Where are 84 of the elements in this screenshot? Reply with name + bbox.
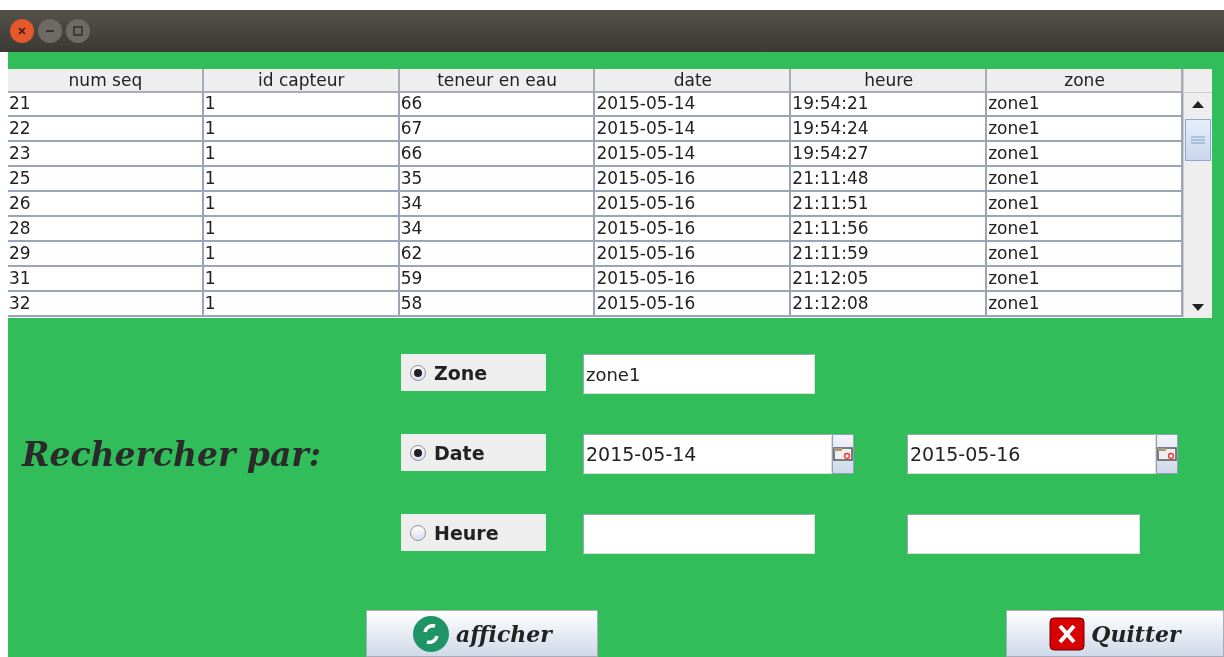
scrollbar[interactable] xyxy=(1183,69,1212,318)
table-cell: 21:11:48 xyxy=(791,167,988,192)
table-cell: 2015-05-14 xyxy=(595,92,792,117)
table-cell: 1 xyxy=(203,92,400,117)
table-cell: 29 xyxy=(8,242,204,267)
up-arrow-icon[interactable] xyxy=(1192,100,1204,108)
table-cell: zone1 xyxy=(987,167,1183,192)
table-cell: 26 xyxy=(8,192,204,217)
table-cell: 1 xyxy=(203,167,400,192)
table-cell: 1 xyxy=(203,217,400,242)
table-cell: 59 xyxy=(399,267,596,292)
table-cell: 62 xyxy=(399,242,596,267)
table-cell: 19:54:27 xyxy=(791,142,988,167)
table-cell: 2015-05-14 xyxy=(595,142,792,167)
table-cell: zone1 xyxy=(987,292,1183,317)
date-field[interactable]: 2015-05-16 xyxy=(907,434,1156,474)
input-field[interactable] xyxy=(907,514,1140,554)
table-cell: 1 xyxy=(203,267,400,292)
table-cell: 1 xyxy=(203,292,400,317)
table-cell: zone1 xyxy=(987,242,1183,267)
table-cell: 1 xyxy=(203,142,400,167)
column-header[interactable]: id capteur xyxy=(203,69,400,93)
calendar-button[interactable] xyxy=(832,434,854,474)
table-cell: 21:12:05 xyxy=(791,267,988,292)
table-cell: zone1 xyxy=(987,267,1183,292)
table-cell: zone1 xyxy=(987,217,1183,242)
table-cell: 19:54:21 xyxy=(791,92,988,117)
table-cell: 19:54:24 xyxy=(791,117,988,142)
quit-button[interactable]: Quitter xyxy=(1006,610,1224,657)
table-cell: 28 xyxy=(8,217,204,242)
table-cell: 2015-05-16 xyxy=(595,242,792,267)
table-cell: 21:11:59 xyxy=(791,242,988,267)
close-icon[interactable] xyxy=(10,19,34,43)
table-cell: 2015-05-14 xyxy=(595,117,792,142)
minimize-icon[interactable] xyxy=(38,19,62,43)
table-cell: zone1 xyxy=(987,142,1183,167)
table-cell: 31 xyxy=(8,267,204,292)
date-field[interactable]: 2015-05-14 xyxy=(583,434,832,474)
scrollbar-thumb[interactable] xyxy=(1185,119,1211,161)
input-field[interactable]: zone1 xyxy=(583,354,815,394)
table-cell: 21:11:56 xyxy=(791,217,988,242)
column-header[interactable]: num seq xyxy=(8,69,204,93)
show-button[interactable]: afficher xyxy=(366,610,598,657)
table-cell: 34 xyxy=(399,217,596,242)
search-label: Rechercher par: xyxy=(20,435,322,474)
column-header[interactable]: heure xyxy=(791,69,988,93)
table-cell: 22 xyxy=(8,117,204,142)
table-cell: 1 xyxy=(203,242,400,267)
table-cell: 2015-05-16 xyxy=(595,192,792,217)
table-cell: 66 xyxy=(399,92,596,117)
down-arrow-icon[interactable] xyxy=(1192,303,1204,311)
table-cell: 2015-05-16 xyxy=(595,217,792,242)
calendar-button[interactable] xyxy=(1156,434,1178,474)
close-icon xyxy=(1049,616,1086,651)
table-cell: 66 xyxy=(399,142,596,167)
table-cell: 67 xyxy=(399,117,596,142)
radio-button[interactable]: Zone xyxy=(401,354,546,391)
table-cell: zone1 xyxy=(987,192,1183,217)
table-cell: 21 xyxy=(8,92,204,117)
table-cell: 23 xyxy=(8,142,204,167)
calendar-icon xyxy=(1157,447,1177,461)
column-header[interactable]: teneur en eau xyxy=(399,69,596,93)
calendar-icon xyxy=(833,447,853,461)
table-cell: 2015-05-16 xyxy=(595,267,792,292)
table-cell: 1 xyxy=(203,192,400,217)
table-cell: 1 xyxy=(203,117,400,142)
table-cell: zone1 xyxy=(987,92,1183,117)
table-cell: zone1 xyxy=(987,117,1183,142)
table-cell: 58 xyxy=(399,292,596,317)
table-cell: 2015-05-16 xyxy=(595,292,792,317)
table-cell: 2015-05-16 xyxy=(595,167,792,192)
column-header[interactable]: date xyxy=(595,69,792,93)
table-cell: 25 xyxy=(8,167,204,192)
maximize-icon[interactable] xyxy=(66,19,90,43)
refresh-icon xyxy=(412,614,451,653)
table-cell: 32 xyxy=(8,292,204,317)
table-cell: 34 xyxy=(399,192,596,217)
radio-button[interactable]: Date xyxy=(401,434,546,471)
input-field[interactable] xyxy=(583,514,815,554)
table-cell: 35 xyxy=(399,167,596,192)
table-cell: 21:11:51 xyxy=(791,192,988,217)
table-cell: 21:12:08 xyxy=(791,292,988,317)
column-header[interactable]: zone xyxy=(987,69,1183,93)
radio-button[interactable]: Heure xyxy=(401,514,546,551)
